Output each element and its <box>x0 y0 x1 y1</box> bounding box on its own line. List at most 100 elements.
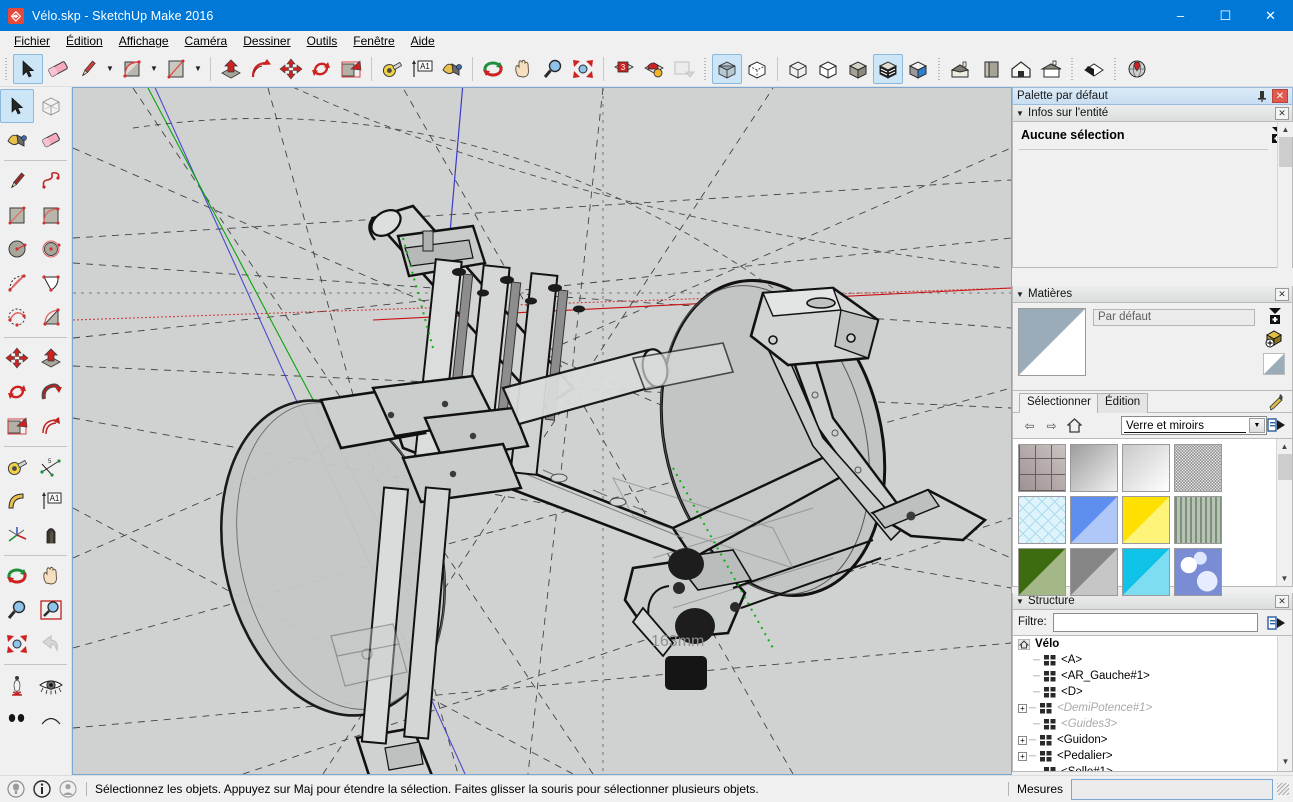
caret-down-icon[interactable]: ▼ <box>1016 109 1028 118</box>
swatch-scroll-down-icon[interactable]: ▼ <box>1277 571 1292 586</box>
swatch-glass-gray-gradient[interactable] <box>1070 444 1118 492</box>
followme-tool-button-left[interactable] <box>34 375 68 409</box>
person-circle-icon[interactable] <box>58 779 78 799</box>
text-tool-button[interactable]: A1 <box>407 54 437 84</box>
info-circle-icon[interactable] <box>32 779 52 799</box>
3d-warehouse-button[interactable]: 3 <box>609 54 639 84</box>
material-swatch-grid[interactable]: ▲ ▼ <box>1012 439 1293 596</box>
model-viewport[interactable]: 163mm <box>72 87 1012 775</box>
pin-icon[interactable] <box>1255 89 1269 103</box>
style-xray-button[interactable] <box>712 53 742 84</box>
paint-bucket-3d-icon[interactable] <box>1264 329 1284 349</box>
three-d-text-tool-button[interactable] <box>34 518 68 552</box>
tab-edition[interactable]: Édition <box>1097 393 1149 413</box>
outliner-row-guides3[interactable]: ─ <Guides3> <box>1013 716 1292 732</box>
paint-bucket-button-left[interactable] <box>0 123 34 157</box>
text-tool-button-left[interactable]: A1 <box>34 484 68 518</box>
zoom-tool-button-left[interactable] <box>0 593 34 627</box>
rotated-rectangle-tool-button[interactable] <box>34 198 68 232</box>
outliner-close-icon[interactable]: ✕ <box>1275 594 1289 608</box>
outliner-details-icon[interactable] <box>1266 614 1286 632</box>
swatch-glass-cyan[interactable] <box>1122 548 1170 596</box>
expand-plus-icon[interactable]: + <box>1018 751 1027 761</box>
pie-tool-button[interactable] <box>34 266 68 300</box>
move-tool-button-left[interactable] <box>0 341 34 375</box>
swatch-glass-gray[interactable] <box>1070 548 1118 596</box>
paint-bucket-tool-button[interactable] <box>437 54 467 84</box>
entity-info-scrollbar[interactable]: ▲ <box>1277 122 1293 268</box>
share-model-button[interactable] <box>639 54 669 84</box>
resize-grip-icon[interactable] <box>1277 783 1289 795</box>
circle-tool-button[interactable] <box>0 232 34 266</box>
expand-plus-icon[interactable]: + <box>1018 703 1027 713</box>
swatch-glass-dark-green[interactable] <box>1018 548 1066 596</box>
swatch-scroll-thumb[interactable] <box>1278 454 1292 480</box>
materials-header[interactable]: ▼ Matières ✕ <box>1012 286 1293 303</box>
toolbar-grip[interactable] <box>936 55 943 82</box>
rotate-tool-button-left[interactable] <box>0 375 34 409</box>
rectangle-tool-button-left[interactable] <box>0 198 34 232</box>
view-right-button[interactable] <box>1036 54 1066 84</box>
zoom-extents-tool-button-left[interactable] <box>0 627 34 661</box>
view-front-button[interactable] <box>976 54 1006 84</box>
walk-tool-button[interactable] <box>0 702 34 736</box>
swatch-glass-white-gradient[interactable] <box>1122 444 1170 492</box>
style-shaded-texture-button[interactable] <box>873 53 903 84</box>
pushpull-tool-button[interactable] <box>216 54 246 84</box>
menu-fichier[interactable]: Fichier <box>6 32 58 50</box>
tape-measure-tool-button[interactable] <box>377 54 407 84</box>
menu-camera[interactable]: Caméra <box>177 32 236 50</box>
entity-info-close-icon[interactable]: ✕ <box>1275 106 1289 120</box>
style-backedges-button[interactable] <box>742 54 772 84</box>
toolbar-grip[interactable] <box>1069 55 1076 82</box>
eraser-button-left[interactable] <box>34 123 68 157</box>
entity-info-header[interactable]: ▼ Infos sur l'entité ✕ <box>1012 105 1293 122</box>
create-material-icon[interactable] <box>1267 307 1283 325</box>
swatch-scroll-up-icon[interactable]: ▲ <box>1277 439 1292 454</box>
swatch-glass-sky[interactable] <box>1174 548 1222 596</box>
section-plane-button[interactable] <box>1079 54 1109 84</box>
style-wireframe-button[interactable] <box>783 54 813 84</box>
menu-edition[interactable]: Édition <box>58 32 111 50</box>
minimize-button[interactable]: – <box>1158 0 1203 31</box>
maximize-button[interactable]: ☐ <box>1203 0 1248 31</box>
outliner-row-demipotence[interactable]: + ─ <DemiPotence#1> <box>1013 700 1292 716</box>
two-point-arc-tool-button[interactable] <box>0 300 34 334</box>
swatch-glass-yellow[interactable] <box>1122 496 1170 544</box>
outliner-row-selle[interactable]: ─ <Selle#1> <box>1013 764 1292 771</box>
arc-tool-dropdown[interactable]: ▼ <box>147 54 161 84</box>
swatch-glass-blue[interactable] <box>1070 496 1118 544</box>
dimension-tool-button[interactable]: 5 <box>34 450 68 484</box>
rectangle-tool-dropdown[interactable]: ▼ <box>191 54 205 84</box>
swatch-grid-scrollbar[interactable]: ▲ ▼ <box>1276 439 1292 586</box>
outliner-scrollbar[interactable]: ▼ <box>1277 636 1292 771</box>
pan-tool-button-left[interactable] <box>34 559 68 593</box>
menu-affichage[interactable]: Affichage <box>111 32 177 50</box>
expand-plus-icon[interactable]: + <box>1018 735 1027 745</box>
style-monochrome-button[interactable] <box>903 54 933 84</box>
outliner-scroll-down-icon[interactable]: ▼ <box>1278 754 1292 769</box>
toolbar-grip[interactable] <box>3 55 10 82</box>
swatch-glass-block-tile[interactable] <box>1018 444 1066 492</box>
followme-tool-button[interactable] <box>246 54 276 84</box>
swatch-glass-light-blue-diamond[interactable] <box>1018 496 1066 544</box>
outliner-row-ar-gauche[interactable]: ─ <AR_Gauche#1> <box>1013 668 1292 684</box>
tab-selectionner[interactable]: Sélectionner <box>1019 393 1099 413</box>
zoom-tool-button[interactable] <box>538 54 568 84</box>
swatch-glass-green-stripe[interactable] <box>1174 496 1222 544</box>
orbit-tool-button[interactable] <box>478 54 508 84</box>
toolbar-grip[interactable] <box>702 55 709 82</box>
view-iso-button[interactable] <box>946 54 976 84</box>
geo-location-button[interactable] <box>1122 54 1152 84</box>
view-top-button[interactable] <box>1006 54 1036 84</box>
rectangle-tool-button[interactable] <box>161 54 191 84</box>
outliner-row-a[interactable]: ─ <A> <box>1013 652 1292 668</box>
outliner-row-pedalier[interactable]: + ─ <Pedalier> <box>1013 748 1292 764</box>
outliner-tree[interactable]: Vélo ─ <A> ─ <AR_Gauche#1> ─ <D> + ─ <De… <box>1012 636 1293 772</box>
swatch-glass-speckled[interactable] <box>1174 444 1222 492</box>
materials-close-icon[interactable]: ✕ <box>1275 287 1289 301</box>
polygon-tool-button[interactable] <box>34 232 68 266</box>
line-tool-button[interactable] <box>73 54 103 84</box>
position-camera-tool-button[interactable] <box>0 668 34 702</box>
select-tool-button-left[interactable] <box>0 89 34 123</box>
